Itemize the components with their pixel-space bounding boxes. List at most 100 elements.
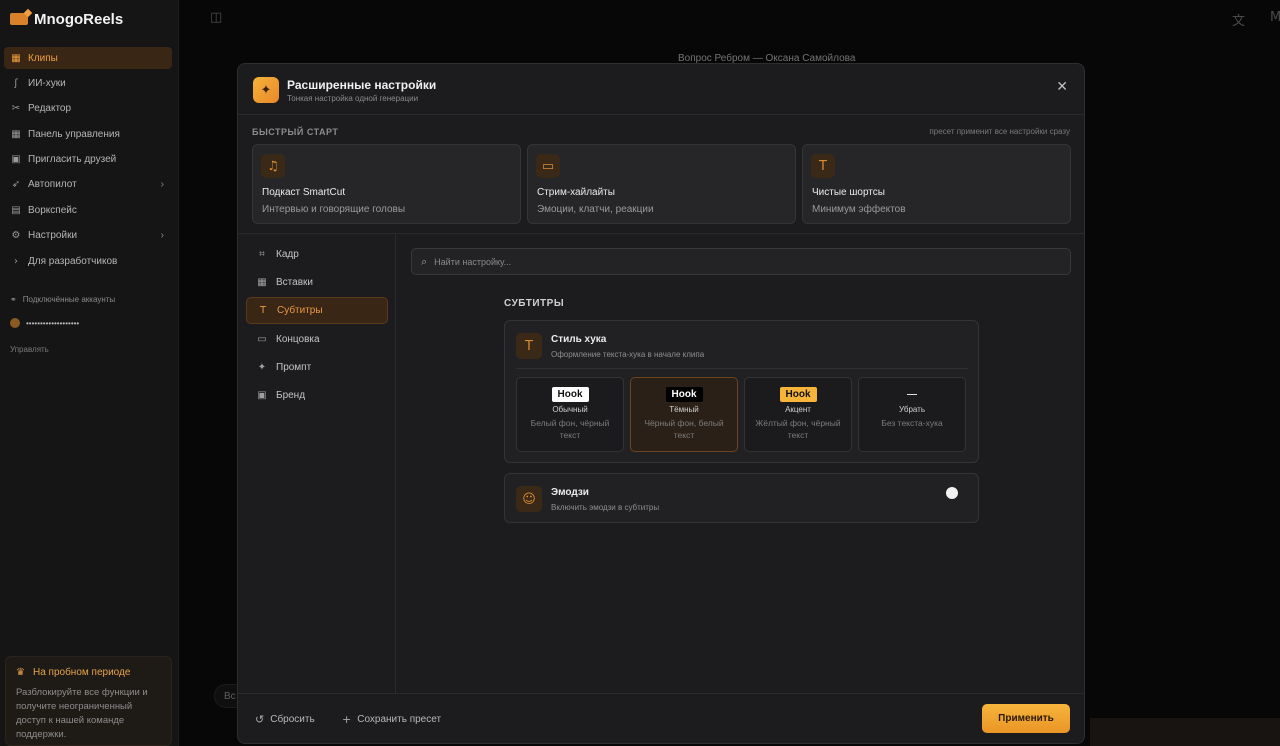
- sidebar-item-label: Пригласить друзей: [28, 154, 117, 166]
- modal-header: ✦ Расширенные настройки Тонкая настройка…: [238, 64, 1084, 115]
- trial-banner[interactable]: ♛ На пробном периоде Разблокируйте все ф…: [5, 656, 172, 746]
- tab-inserts[interactable]: ▦ Вставки: [246, 269, 388, 296]
- dash-icon: —: [907, 389, 917, 400]
- clapper-icon: ▦: [11, 52, 21, 64]
- tab-prompt[interactable]: ✦ Промпт: [246, 354, 388, 381]
- preset-desc: Эмоции, клатчи, реакции: [537, 204, 654, 215]
- film-icon: ▦: [257, 277, 267, 288]
- option-name: Обычный: [552, 405, 588, 414]
- card-desc: Оформление текста-хука в начале клипа: [551, 350, 705, 359]
- preset-title: Чистые шортсы: [812, 187, 885, 198]
- sidebar-item-label: Для разработчиков: [28, 255, 118, 267]
- quick-start-hint: пресет применит все настройки сразу: [929, 127, 1070, 136]
- connected-accounts-title: ⚭ Подключённые аккаунты: [10, 295, 116, 304]
- sidebar-item-autopilot[interactable]: ➶ Автопилот ›: [4, 174, 172, 196]
- advanced-settings-modal: ✦ Расширенные настройки Тонкая настройка…: [237, 63, 1085, 744]
- trial-title: На пробном периоде: [32, 667, 131, 678]
- apply-button[interactable]: Применить: [982, 704, 1070, 733]
- search-placeholder: Найти настройку...: [434, 256, 512, 267]
- hook-chip: Hook: [665, 387, 703, 402]
- preset-clean-shorts[interactable]: T Чистые шортсы Минимум эффектов: [802, 144, 1071, 224]
- option-desc: Белый фон, чёрный текст: [530, 418, 610, 440]
- microphone-icon: ♫: [261, 154, 285, 178]
- image-icon: ▣: [257, 390, 267, 401]
- sidebar-item-ai-hooks[interactable]: ʃ ИИ-хуки: [4, 72, 172, 94]
- crown-icon: ♛: [16, 667, 25, 678]
- avatar: [10, 318, 20, 328]
- sidebar-item-workspace[interactable]: ▤ Воркспейс: [4, 199, 172, 221]
- workspace-icon: ▤: [11, 204, 21, 216]
- scissors-icon: ✂: [11, 103, 21, 115]
- hook-chip: Hook: [779, 387, 817, 402]
- app-root: MnogoReels ▦ Клипы ʃ ИИ-хуки ✂ Редактор …: [0, 0, 1280, 746]
- reset-button[interactable]: ↺ Сбросить: [255, 713, 315, 726]
- monitor-icon: ▭: [536, 154, 560, 178]
- sidebar-item-developers[interactable]: › Для разработчиков: [4, 250, 172, 272]
- option-desc: Без текста-хука: [881, 418, 943, 428]
- save-preset-button[interactable]: + Сохранить пресет: [342, 713, 441, 726]
- sidebar-item-invite[interactable]: ▣ Пригласить друзей: [4, 149, 172, 171]
- option-name: Убрать: [898, 405, 926, 414]
- tab-brand[interactable]: ▣ Бренд: [246, 382, 388, 409]
- chevron-right-icon: ›: [160, 179, 164, 191]
- preset-title: Стрим-хайлайты: [537, 187, 615, 198]
- settings-nav: ⌗ Кадр ▦ Вставки T Субтитры ▭ Концовка ✦…: [238, 234, 396, 693]
- sidebar: MnogoReels ▦ Клипы ʃ ИИ-хуки ✂ Редактор …: [0, 0, 179, 746]
- sidebar-item-label: Панель управления: [28, 128, 120, 140]
- modal-title: Расширенные настройки: [287, 78, 437, 92]
- text-icon: T: [811, 154, 835, 178]
- sidebar-item-dashboard[interactable]: ▦ Панель управления: [4, 123, 172, 145]
- sparkles-icon: ✦: [253, 77, 279, 103]
- crop-icon: ⌗: [259, 249, 265, 260]
- reset-icon: ↺: [255, 713, 265, 726]
- modal-subtitle: Тонкая настройка одной генерации: [287, 94, 419, 103]
- preset-desc: Минимум эффектов: [812, 204, 906, 215]
- text-icon: T: [516, 333, 542, 359]
- hook-style-option-accent[interactable]: Hook Акцент Жёлтый фон, чёрный текст: [744, 377, 852, 452]
- section-title: СУБТИТРЫ: [504, 298, 565, 309]
- hook-style-option-dark[interactable]: Hook Тёмный Чёрный фон, белый текст: [630, 377, 738, 452]
- ending-icon: ▭: [257, 334, 267, 345]
- account-item[interactable]: •••••••••••••••••••: [10, 318, 79, 328]
- hook-style-option-remove[interactable]: — Убрать Без текста-хука: [858, 377, 966, 452]
- sidebar-item-clips[interactable]: ▦ Клипы: [4, 47, 172, 69]
- link-icon: ⚭: [10, 295, 17, 304]
- close-icon[interactable]: ✕: [1056, 79, 1068, 95]
- smile-icon: ☺: [516, 486, 542, 512]
- tab-ending[interactable]: ▭ Концовка: [246, 326, 388, 353]
- card-title: Стиль хука: [551, 334, 607, 345]
- hook-style-card: T Стиль хука Оформление текста-хука в на…: [504, 320, 979, 463]
- terminal-icon: ›: [14, 255, 18, 267]
- tab-frame[interactable]: ⌗ Кадр: [246, 241, 388, 268]
- sidebar-item-label: Настройки: [28, 230, 78, 242]
- preset-desc: Интервью и говорящие головы: [262, 204, 406, 215]
- option-desc: Жёлтый фон, чёрный текст: [755, 418, 841, 440]
- sidebar-item-label: Автопилот: [28, 179, 77, 191]
- logo-icon: [10, 13, 28, 25]
- tab-subtitles[interactable]: T Субтитры: [246, 297, 388, 324]
- manage-accounts-link[interactable]: Управлять: [10, 345, 49, 354]
- preset-title: Подкаст SmartCut: [262, 187, 346, 198]
- sidebar-item-settings[interactable]: ⚙ Настройки ›: [4, 225, 172, 247]
- plus-icon: +: [342, 713, 352, 726]
- card-desc: Включить эмодзи в субтитры: [551, 503, 660, 512]
- preset-podcast[interactable]: ♫ Подкаст SmartCut Интервью и говорящие …: [252, 144, 521, 224]
- settings-search-input[interactable]: ⌕ Найти настройку...: [411, 248, 1071, 275]
- emoji-card[interactable]: ☺ Эмодзи Включить эмодзи в субтитры: [504, 473, 979, 523]
- option-name: Тёмный: [669, 405, 699, 414]
- sidebar-item-editor[interactable]: ✂ Редактор: [4, 98, 172, 120]
- emoji-toggle[interactable]: [946, 487, 958, 499]
- card-title: Эмодзи: [551, 487, 589, 498]
- preset-stream[interactable]: ▭ Стрим-хайлайты Эмоции, клатчи, реакции: [527, 144, 796, 224]
- logo[interactable]: MnogoReels: [10, 9, 123, 29]
- hook-style-option-normal[interactable]: Hook Обычный Белый фон, чёрный текст: [516, 377, 624, 452]
- divider: [516, 368, 968, 369]
- sparkles-icon: ✦: [257, 362, 267, 373]
- option-name: Акцент: [785, 405, 811, 414]
- sidebar-item-label: Воркспейс: [28, 204, 77, 216]
- sidebar-item-label: Клипы: [28, 52, 58, 64]
- sidebar-item-label: ИИ-хуки: [28, 77, 66, 89]
- hook-icon: ʃ: [14, 77, 18, 89]
- sidebar-nav: ▦ Клипы ʃ ИИ-хуки ✂ Редактор ▦ Панель уп…: [4, 47, 172, 276]
- sidebar-item-label: Редактор: [28, 103, 72, 115]
